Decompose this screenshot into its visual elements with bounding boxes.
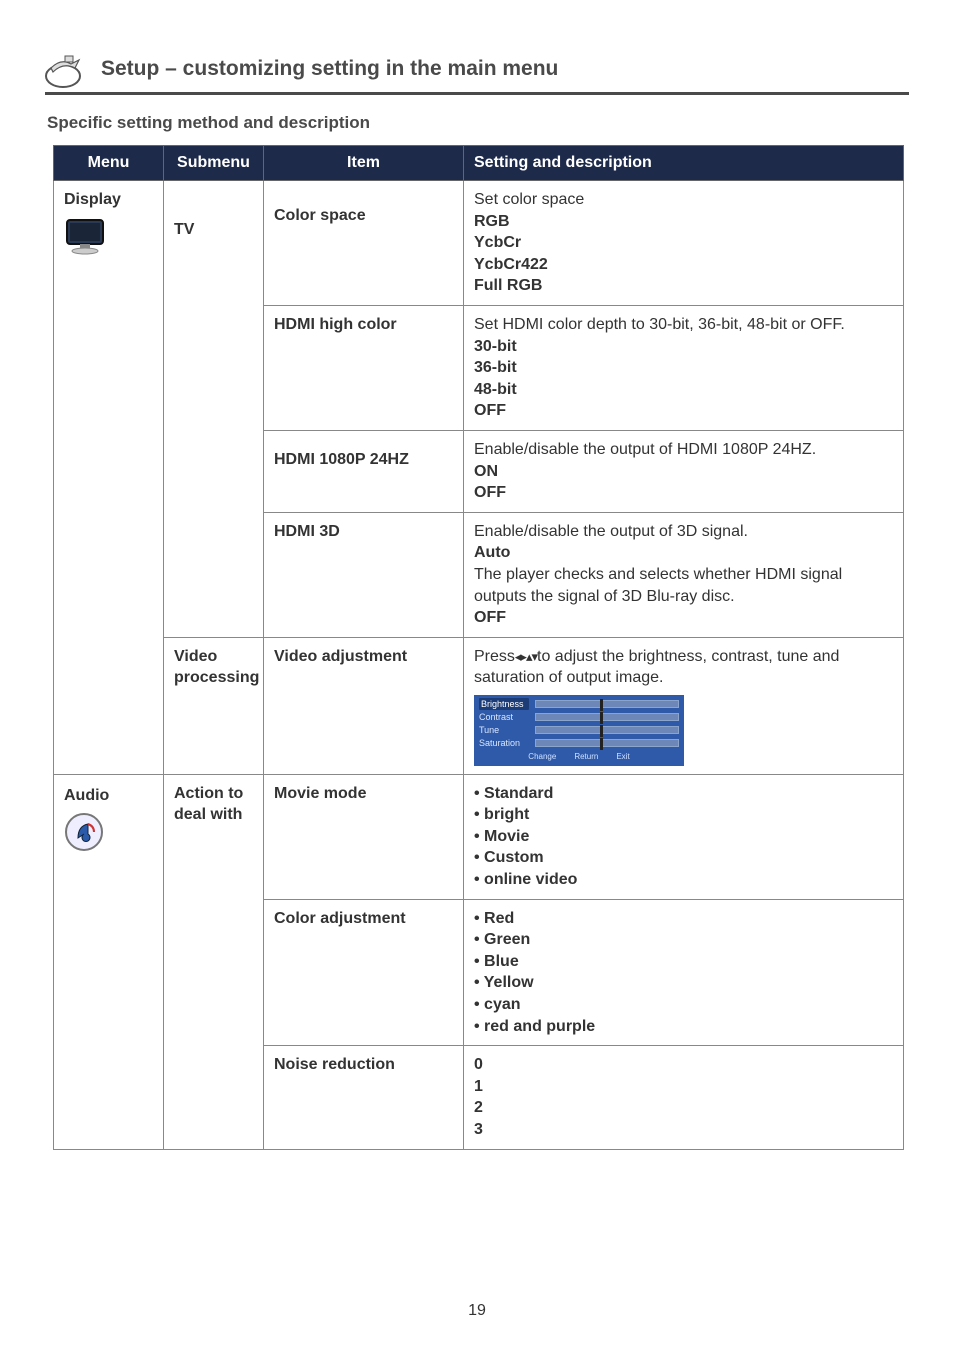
opt: OFF [474, 482, 893, 504]
desc-text: Enable/disable the output of 3D signal. [474, 523, 748, 540]
va-contrast-row: Contrast [479, 711, 679, 724]
opt: OFF [474, 607, 893, 629]
item-movie-mode: Movie mode [264, 774, 464, 899]
desc-hdmi-1080p: Enable/disable the output of HDMI 1080P … [464, 430, 904, 512]
desc-text: Enable/disable the output of HDMI 1080P … [474, 441, 816, 458]
table-row: Display TV Color space Set color space R… [54, 181, 904, 306]
th-submenu: Submenu [164, 146, 264, 181]
menu-audio-cell: Audio [54, 774, 164, 1149]
opt: 0 [474, 1054, 893, 1076]
item-hdmi-1080p: HDMI 1080P 24HZ [264, 430, 464, 512]
page-header: Setup – customizing setting in the main … [45, 50, 909, 88]
desc-hdmi-high-color: Set HDMI color depth to 30-bit, 36-bit, … [464, 305, 904, 430]
desc-noise-reduction: 0 1 2 3 [464, 1046, 904, 1149]
va-footer: Change Return Exit [479, 752, 679, 763]
th-menu: Menu [54, 146, 164, 181]
audio-icon [64, 812, 153, 852]
va-saturation-row: Saturation [479, 737, 679, 750]
submenu-action-to-deal-with: Action to deal with [164, 774, 264, 1149]
opt: • cyan [474, 994, 893, 1016]
desc-color-space: Set color space RGB YcbCr YcbCr422 Full … [464, 181, 904, 306]
va-label: Brightness [479, 698, 529, 710]
va-slider [535, 726, 679, 734]
menu-display-cell: Display [54, 181, 164, 775]
opt: RGB [474, 211, 893, 233]
video-adjustment-panel: Brightness Contrast Tune Saturation Chan… [474, 695, 684, 766]
th-item: Item [264, 146, 464, 181]
title-underline [45, 92, 909, 95]
desc-hdmi-3d: Enable/disable the output of 3D signal. … [464, 512, 904, 637]
opt: ON [474, 461, 893, 483]
opt: OFF [474, 400, 893, 422]
opt: YcbCr [474, 232, 893, 254]
desc-text: Set HDMI color depth to 30-bit, 36-bit, … [474, 316, 845, 333]
section-subheading: Specific setting method and description [47, 113, 909, 133]
submenu-video-processing: Video processing [164, 637, 264, 774]
menu-audio-label: Audio [64, 787, 109, 804]
va-slider [535, 700, 679, 708]
desc-color-adjustment: • Red • Green • Blue • Yellow • cyan • r… [464, 899, 904, 1046]
opt: 36-bit [474, 357, 893, 379]
item-hdmi-high-color: HDMI high color [264, 305, 464, 430]
opt: • Red [474, 908, 893, 930]
opt: 3 [474, 1119, 893, 1141]
opt: • online video [474, 869, 893, 891]
desc-text: The player checks and selects whether HD… [474, 564, 893, 607]
opt: • Yellow [474, 972, 893, 994]
opt: 1 [474, 1076, 893, 1098]
opt: 2 [474, 1097, 893, 1119]
va-label: Contrast [479, 711, 529, 723]
va-footer-change: Change [528, 752, 556, 763]
arrow-keys-icon: ◂▸▴▾ [515, 649, 537, 664]
opt: Full RGB [474, 275, 893, 297]
desc-text: Set color space [474, 191, 584, 208]
va-footer-exit: Exit [616, 752, 629, 763]
table-row: Video processing Video adjustment Press◂… [54, 637, 904, 774]
va-slider [535, 713, 679, 721]
opt: • Custom [474, 847, 893, 869]
opt: YcbCr422 [474, 254, 893, 276]
opt: • Movie [474, 826, 893, 848]
va-footer-return: Return [574, 752, 598, 763]
desc-movie-mode: • Standard • bright • Movie • Custom • o… [464, 774, 904, 899]
th-desc: Setting and description [464, 146, 904, 181]
table-header-row: Menu Submenu Item Setting and descriptio… [54, 146, 904, 181]
display-icon [64, 217, 153, 255]
opt: • Blue [474, 951, 893, 973]
item-noise-reduction: Noise reduction [264, 1046, 464, 1149]
page-title: Setup – customizing setting in the main … [101, 57, 558, 81]
va-label: Tune [479, 724, 529, 736]
submenu-tv-label: TV [174, 221, 194, 238]
va-slider [535, 739, 679, 747]
menu-display-label: Display [64, 191, 121, 208]
submenu-tv-cell: TV [164, 181, 264, 638]
item-video-adjustment: Video adjustment [264, 637, 464, 774]
opt: 30-bit [474, 336, 893, 358]
settings-table: Menu Submenu Item Setting and descriptio… [53, 145, 904, 1150]
va-brightness-row: Brightness [479, 698, 679, 711]
opt: • Standard [474, 783, 893, 805]
table-row: Audio Action to deal with Movie mode • S… [54, 774, 904, 899]
opt: 48-bit [474, 379, 893, 401]
item-color-adjustment: Color adjustment [264, 899, 464, 1046]
page-number: 19 [0, 1302, 954, 1320]
item-hdmi-3d: HDMI 3D [264, 512, 464, 637]
opt: • Green [474, 929, 893, 951]
opt: • red and purple [474, 1016, 893, 1038]
desc-text: Press [474, 648, 515, 665]
opt: Auto [474, 542, 893, 564]
va-tune-row: Tune [479, 724, 679, 737]
va-label: Saturation [479, 737, 529, 749]
desc-video-adjustment: Press◂▸▴▾to adjust the brightness, contr… [464, 637, 904, 774]
setup-icon [45, 50, 93, 88]
opt: • bright [474, 804, 893, 826]
item-color-space: Color space [264, 181, 464, 306]
